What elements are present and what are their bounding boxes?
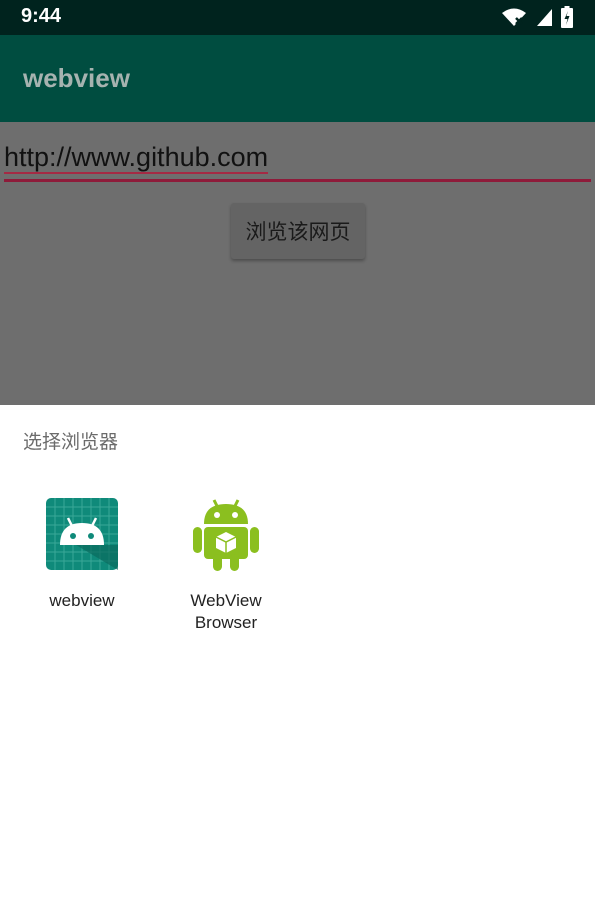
app-label-webview-browser: WebView Browser <box>166 590 286 634</box>
app-label-webview: webview <box>49 591 115 610</box>
android-app-icon <box>46 498 118 570</box>
chooser-sheet: 选择浏览器 webview WebView Browser <box>0 405 595 919</box>
app-option-webview-browser[interactable]: WebView Browser <box>166 498 286 634</box>
app-title: webview <box>23 63 130 93</box>
wifi-icon <box>502 8 526 26</box>
app-label-line: Browser <box>194 613 258 632</box>
browse-button[interactable]: 浏览该网页 <box>231 203 365 259</box>
main-content: http://www.github.com 浏览该网页 <box>0 122 595 405</box>
android-robot-icon <box>193 499 259 571</box>
status-bar: 9:44 <box>0 0 595 35</box>
status-time: 9:44 <box>21 5 62 27</box>
chooser-title: 选择浏览器 <box>23 431 119 453</box>
url-underline <box>4 179 591 182</box>
app-bar: webview <box>0 35 595 122</box>
signal-icon <box>537 9 552 26</box>
status-icons <box>501 6 573 28</box>
app-option-webview[interactable]: webview <box>22 498 142 612</box>
url-input[interactable]: http://www.github.com <box>4 142 269 174</box>
app-label-line: WebView <box>190 591 262 610</box>
battery-icon <box>561 6 573 28</box>
url-text: http://www.github.com <box>4 142 269 174</box>
